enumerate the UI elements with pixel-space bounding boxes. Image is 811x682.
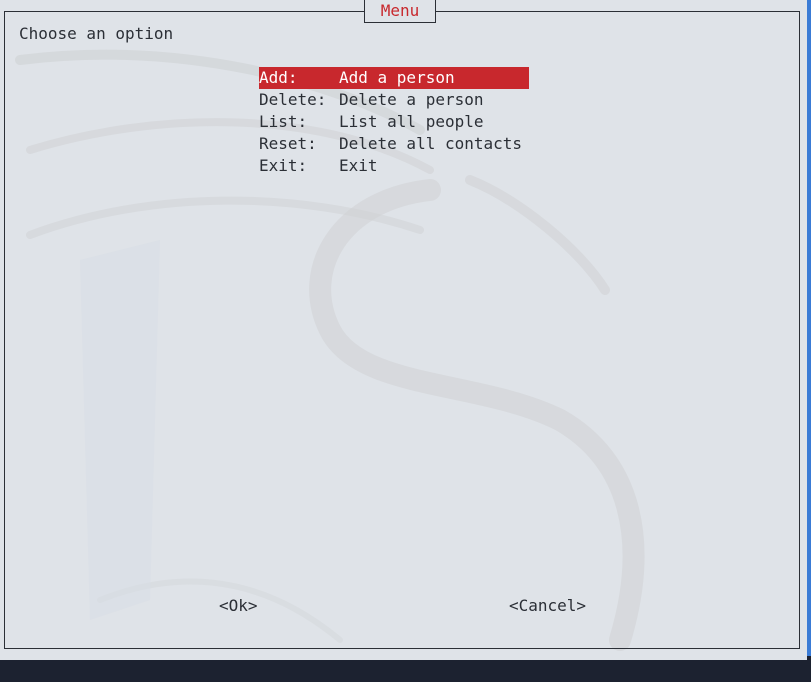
menu-item[interactable]: List: List all people — [259, 111, 529, 133]
menu-item[interactable]: Reset: Delete all contacts — [259, 133, 529, 155]
menu-item-description: Add a person — [339, 68, 455, 87]
cancel-button[interactable]: <Cancel> — [509, 595, 586, 617]
menu-list: Add: Add a person Delete: Delete a person Li… — [259, 67, 529, 177]
menu-item-key: Reset: — [259, 134, 317, 153]
menu-item[interactable]: Add: Add a person — [259, 67, 529, 89]
menu-item-key: Add: — [259, 68, 298, 87]
menu-item-description: Delete a person — [339, 90, 484, 109]
menu-item-description: Delete all contacts — [339, 134, 523, 153]
dialog-prompt: Choose an option — [19, 24, 174, 43]
menu-item-description: List all people — [339, 112, 484, 131]
dialog-title: Menu — [364, 0, 436, 23]
ok-button[interactable]: <Ok> — [219, 595, 258, 617]
menu-dialog: Menu Choose an option Add: Add a person De… — [0, 0, 807, 660]
menu-item[interactable]: Exit: Exit — [259, 155, 529, 177]
terminal-screen: Menu Choose an option Add: Add a person De… — [0, 0, 811, 682]
menu-item-key: Exit: — [259, 156, 308, 175]
menu-item-key: List: — [259, 112, 308, 131]
menu-item-description: Exit — [339, 156, 378, 175]
menu-item[interactable]: Delete: Delete a person — [259, 89, 529, 111]
window-edge-right — [807, 0, 811, 682]
menu-item-key: Delete: — [259, 90, 327, 109]
